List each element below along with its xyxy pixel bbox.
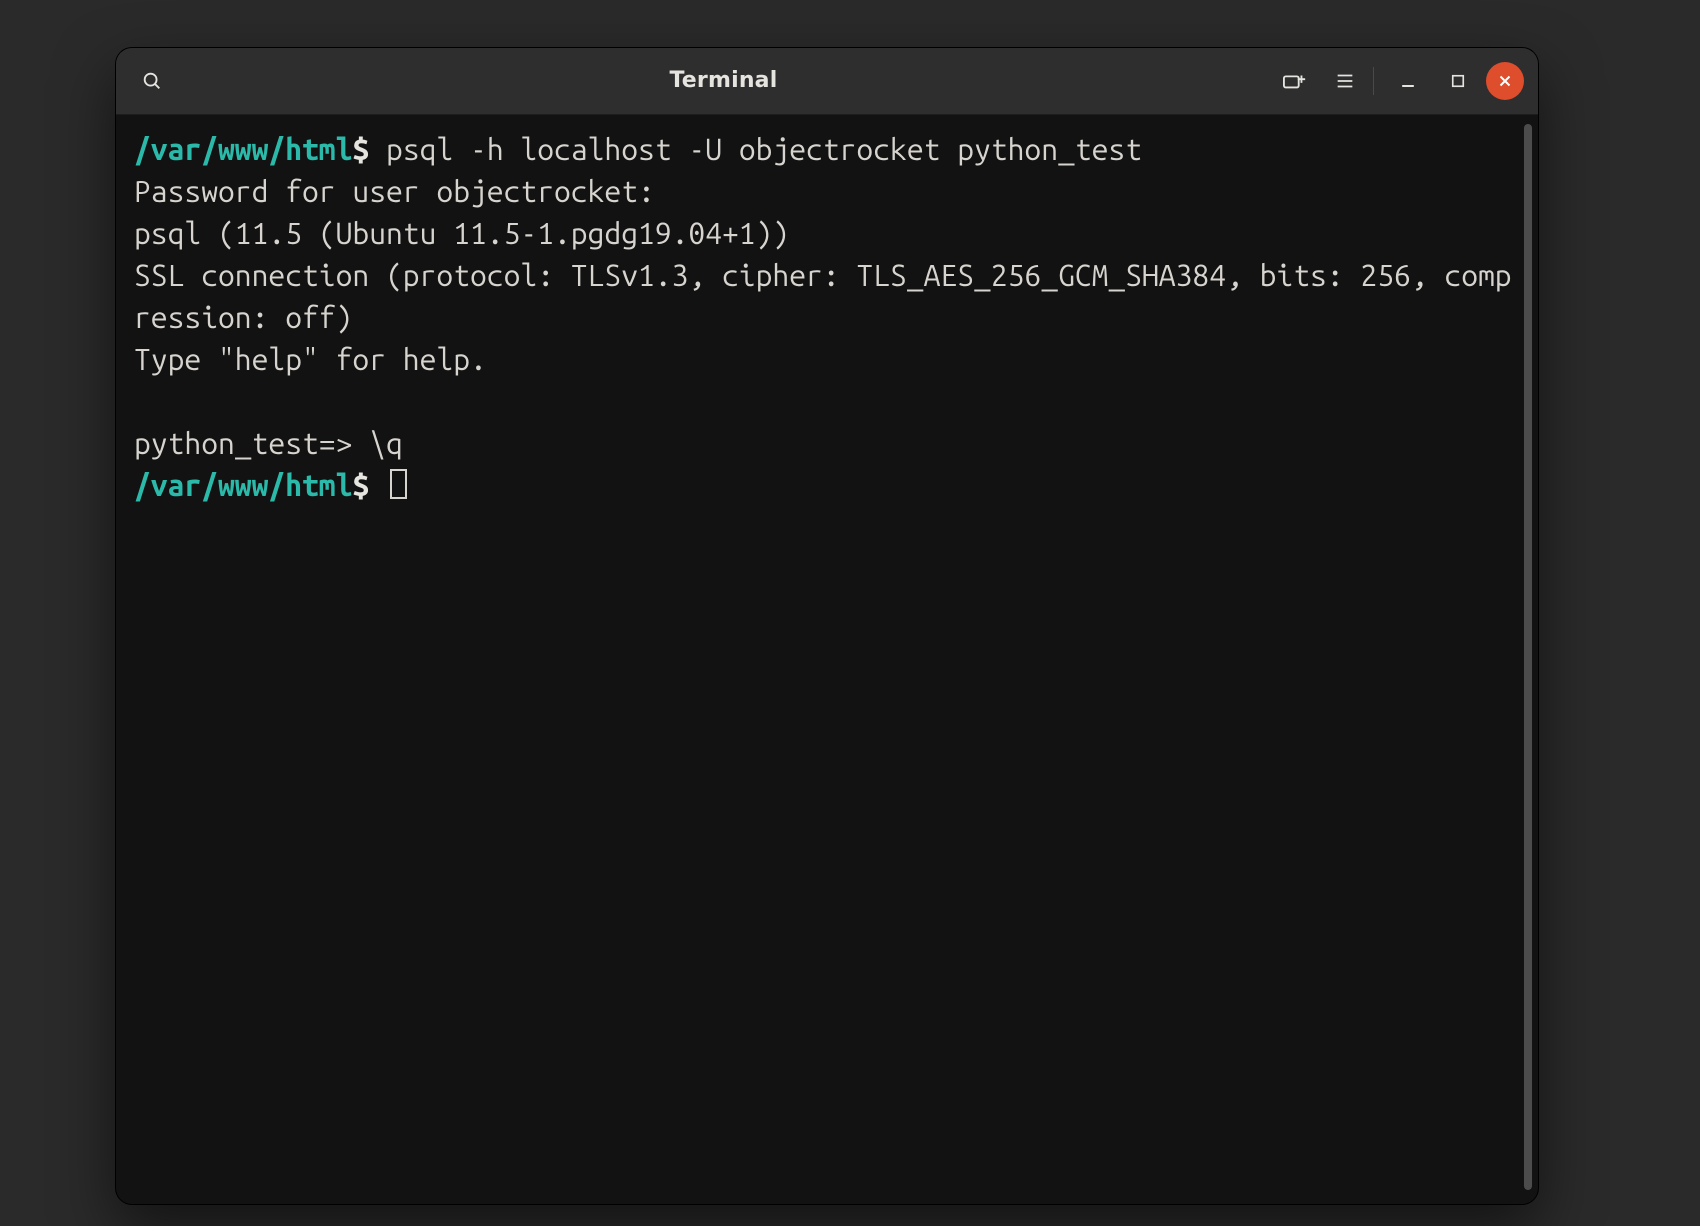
terminal-line: psql (11.5 (Ubuntu 11.5-1.pgdg19.04+1)) [134,212,1520,254]
terminal-body[interactable]: /var/www/html$ psql -h localhost -U obje… [116,116,1538,1204]
shell-prompt-path: /var/www/html [134,468,352,502]
minimize-button[interactable] [1386,59,1430,103]
scrollbar-thumb[interactable] [1524,124,1532,1190]
maximize-button[interactable] [1436,59,1480,103]
shell-prompt-path: /var/www/html [134,132,352,166]
terminal-line [134,380,1520,422]
close-button[interactable] [1486,62,1524,100]
terminal-line: /var/www/html$ psql -h localhost -U obje… [134,128,1520,170]
titlebar: Terminal [116,48,1538,115]
search-icon[interactable] [130,59,174,103]
terminal-window: Terminal [116,48,1538,1204]
titlebar-divider [1373,67,1374,95]
hamburger-menu-icon[interactable] [1323,59,1367,103]
terminal-line: /var/www/html$ [134,464,1520,506]
window-title: Terminal [180,70,1267,92]
terminal-line: SSL connection (protocol: TLSv1.3, ciphe… [134,254,1520,338]
terminal-line: Password for user objectrocket: [134,170,1520,212]
shell-prompt-symbol: $ [352,132,386,166]
shell-prompt-symbol: $ [352,468,386,502]
scrollbar[interactable] [1524,124,1532,1190]
cursor [390,469,407,499]
new-tab-icon[interactable] [1273,59,1317,103]
psql-prompt: python_test=> [134,426,369,460]
terminal-line: Type "help" for help. [134,338,1520,380]
shell-command: psql -h localhost -U objectrocket python… [386,132,1142,166]
terminal-line: python_test=> \q [134,422,1520,464]
psql-command: \q [369,426,403,460]
